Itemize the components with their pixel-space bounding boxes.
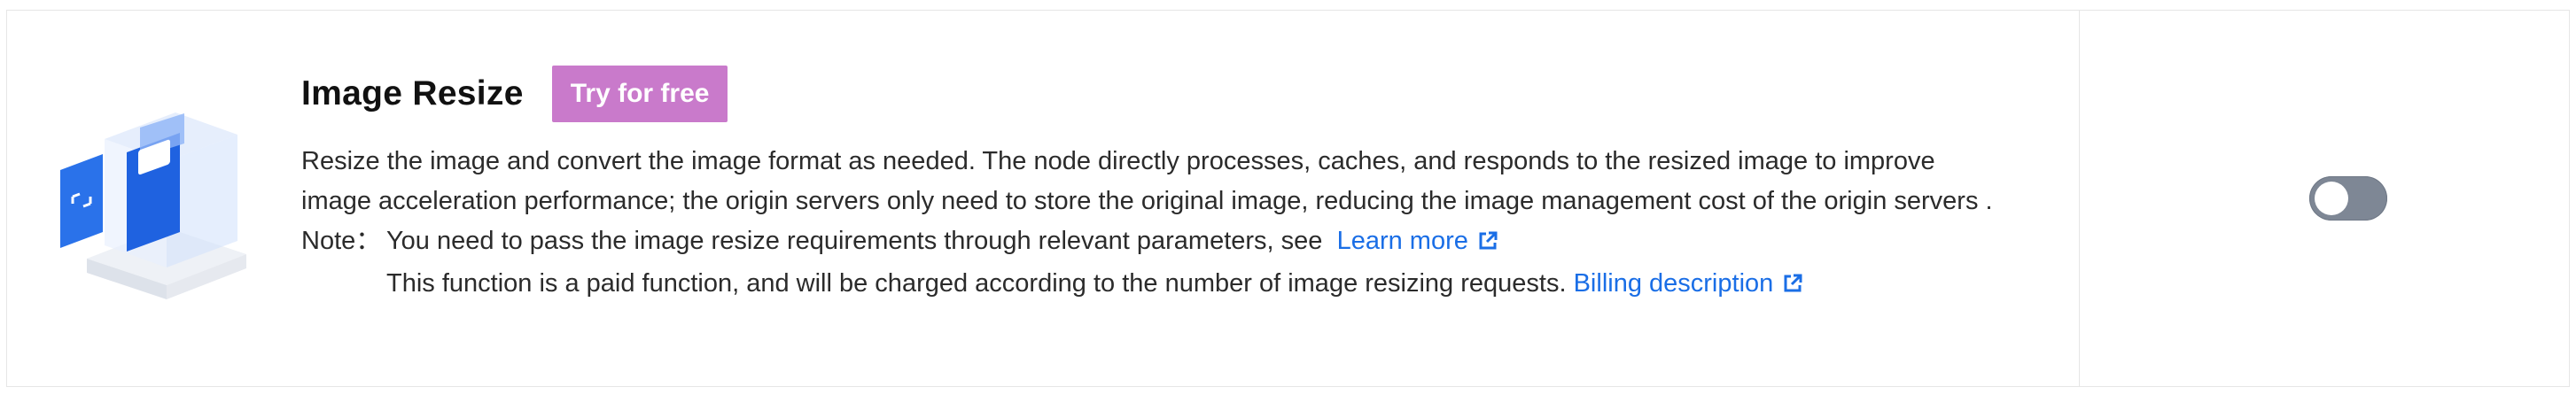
- external-link-icon: [1782, 267, 1803, 306]
- billing-description-label: Billing description: [1573, 269, 1774, 298]
- feature-note: Note： You need to pass the image resize …: [301, 221, 2038, 306]
- billing-description-link[interactable]: Billing description: [1574, 269, 1804, 298]
- external-link-icon: [1477, 224, 1498, 264]
- feature-description: Resize the image and convert the image f…: [301, 147, 1993, 215]
- toggle-knob: [2315, 182, 2348, 215]
- note-line-1: You need to pass the image resize requir…: [386, 221, 2038, 264]
- note-line-2-text: This function is a paid function, and wi…: [386, 269, 1567, 298]
- feature-title: Image Resize: [301, 74, 524, 112]
- image-resize-toggle[interactable]: [2309, 176, 2387, 221]
- note-lines: You need to pass the image resize requir…: [386, 221, 2038, 306]
- note-line-1-text: You need to pass the image resize requir…: [386, 227, 1323, 255]
- try-for-free-badge: Try for free: [551, 66, 728, 122]
- image-resize-illustration-icon: [60, 108, 273, 312]
- learn-more-link[interactable]: Learn more: [1337, 227, 1498, 255]
- note-label: Note：: [301, 227, 382, 255]
- title-row: Image Resize Try for free: [301, 66, 2038, 122]
- feature-content: Image Resize Try for free Resize the ima…: [301, 66, 2038, 306]
- learn-more-label: Learn more: [1336, 227, 1468, 255]
- image-resize-card: Image Resize Try for free Resize the ima…: [6, 10, 2570, 387]
- column-divider: [2079, 11, 2080, 386]
- note-line-2: This function is a paid function, and wi…: [386, 264, 2038, 306]
